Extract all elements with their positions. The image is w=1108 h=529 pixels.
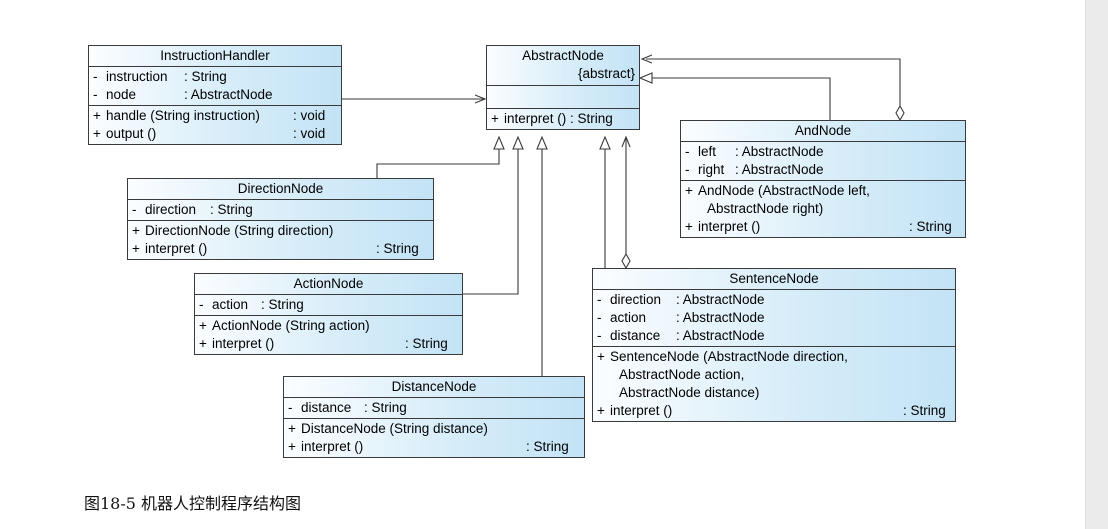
attributes-section: - left : AbstractNode - right : Abstract… <box>681 142 965 181</box>
attributes-section: - direction : AbstractNode - action : Ab… <box>593 290 955 347</box>
generalization-triangle-sentencenode <box>599 135 611 150</box>
class-direction-node[interactable]: DirectionNode - direction : String + Dir… <box>127 178 434 260</box>
figure-caption: 图18-5 机器人控制程序结构图 <box>84 494 302 513</box>
operation-row: + interpret () : String <box>199 336 448 351</box>
class-name: ActionNode <box>195 274 462 295</box>
class-name: InstructionHandler <box>89 46 341 67</box>
class-name: AndNode <box>681 121 965 142</box>
class-sentence-node[interactable]: SentenceNode - direction : AbstractNode … <box>592 268 956 422</box>
class-abstract-node[interactable]: AbstractNode {abstract} + interpret () :… <box>486 45 640 130</box>
aggregation-arrowhead-sentencenode <box>621 135 631 148</box>
attributes-section: - direction : String <box>128 200 433 221</box>
operations-section: + ActionNode (String action) + interpret… <box>195 316 462 354</box>
class-instruction-handler[interactable]: InstructionHandler - instruction : Strin… <box>88 45 342 145</box>
operations-section: + AndNode (AbstractNode left, AbstractNo… <box>681 181 965 237</box>
attribute-row: - distance : AbstractNode <box>597 328 765 343</box>
attributes-section: - distance : String <box>284 398 584 419</box>
class-name: DirectionNode <box>128 179 433 200</box>
class-and-node[interactable]: AndNode - left : AbstractNode - right : … <box>680 120 966 238</box>
operation-row: + SentenceNode (AbstractNode direction, <box>597 349 848 364</box>
operation-row: + output () : void <box>93 126 326 141</box>
operations-section: + DirectionNode (String direction) + int… <box>128 221 433 259</box>
generalization-triangle-actionnode <box>512 135 524 150</box>
attribute-row: - instruction : String <box>93 69 227 84</box>
generalization-triangle-distancenode <box>536 135 548 150</box>
aggregation-andnode <box>646 58 901 108</box>
operation-row: + interpret () : String <box>132 241 419 256</box>
aggregation-diamond-sentencenode <box>621 252 631 270</box>
class-header: AbstractNode {abstract} <box>487 46 639 86</box>
operation-row: + DistanceNode (String distance) <box>288 421 488 436</box>
attribute-row: - direction : String <box>132 202 253 217</box>
attribute-row: - direction : AbstractNode <box>597 292 765 307</box>
operation-row: + handle (String instruction) : void <box>93 108 326 123</box>
class-stereotype: {abstract} <box>577 66 635 81</box>
association-arrowhead <box>474 94 487 104</box>
generalization-directionnode <box>376 149 500 178</box>
operation-row-continued: AbstractNode distance) <box>619 385 760 400</box>
class-name: AbstractNode <box>522 48 604 63</box>
operations-section: + handle (String instruction) : void + o… <box>89 106 341 144</box>
operation-row-continued: AbstractNode right) <box>707 201 824 216</box>
aggregation-diamond-andnode <box>895 104 905 122</box>
attribute-row: - action : String <box>199 297 304 312</box>
attribute-row: - right : AbstractNode <box>685 162 824 177</box>
class-distance-node[interactable]: DistanceNode - distance : String + Dista… <box>283 376 585 458</box>
attribute-row: - left : AbstractNode <box>685 144 824 159</box>
attribute-row: - action : AbstractNode <box>597 310 765 325</box>
attributes-section: - action : String <box>195 295 462 316</box>
operation-row: + interpret () : String <box>597 403 946 418</box>
generalization-andnode <box>652 77 831 120</box>
vertical-scrollbar[interactable] <box>1085 0 1108 529</box>
operations-section: + interpret () : String <box>487 109 639 129</box>
class-name: SentenceNode <box>593 269 955 290</box>
operations-section: + DistanceNode (String distance) + inter… <box>284 419 584 457</box>
attribute-row: - distance : String <box>288 400 407 415</box>
attributes-section: - instruction : String - node : Abstract… <box>89 67 341 106</box>
operation-row: + interpret () : String <box>491 111 613 126</box>
generalization-triangle-andnode <box>638 72 653 84</box>
generalization-triangle-directionnode <box>493 135 505 150</box>
operation-row: + interpret () : String <box>288 439 569 454</box>
operation-row: + ActionNode (String action) <box>199 318 370 333</box>
class-action-node[interactable]: ActionNode - action : String + ActionNod… <box>194 273 463 355</box>
operation-row: + DirectionNode (String direction) <box>132 223 334 238</box>
operations-section: + SentenceNode (AbstractNode direction, … <box>593 347 955 421</box>
class-name: DistanceNode <box>284 377 584 398</box>
operation-row: + interpret () : String <box>685 219 952 234</box>
attributes-section <box>487 86 639 109</box>
operation-row: + AndNode (AbstractNode left, <box>685 183 870 198</box>
generalization-actionnode <box>463 149 519 295</box>
operation-row-continued: AbstractNode action, <box>619 367 745 382</box>
attribute-row: - node : AbstractNode <box>93 87 273 102</box>
aggregation-arrowhead-andnode <box>640 54 653 64</box>
